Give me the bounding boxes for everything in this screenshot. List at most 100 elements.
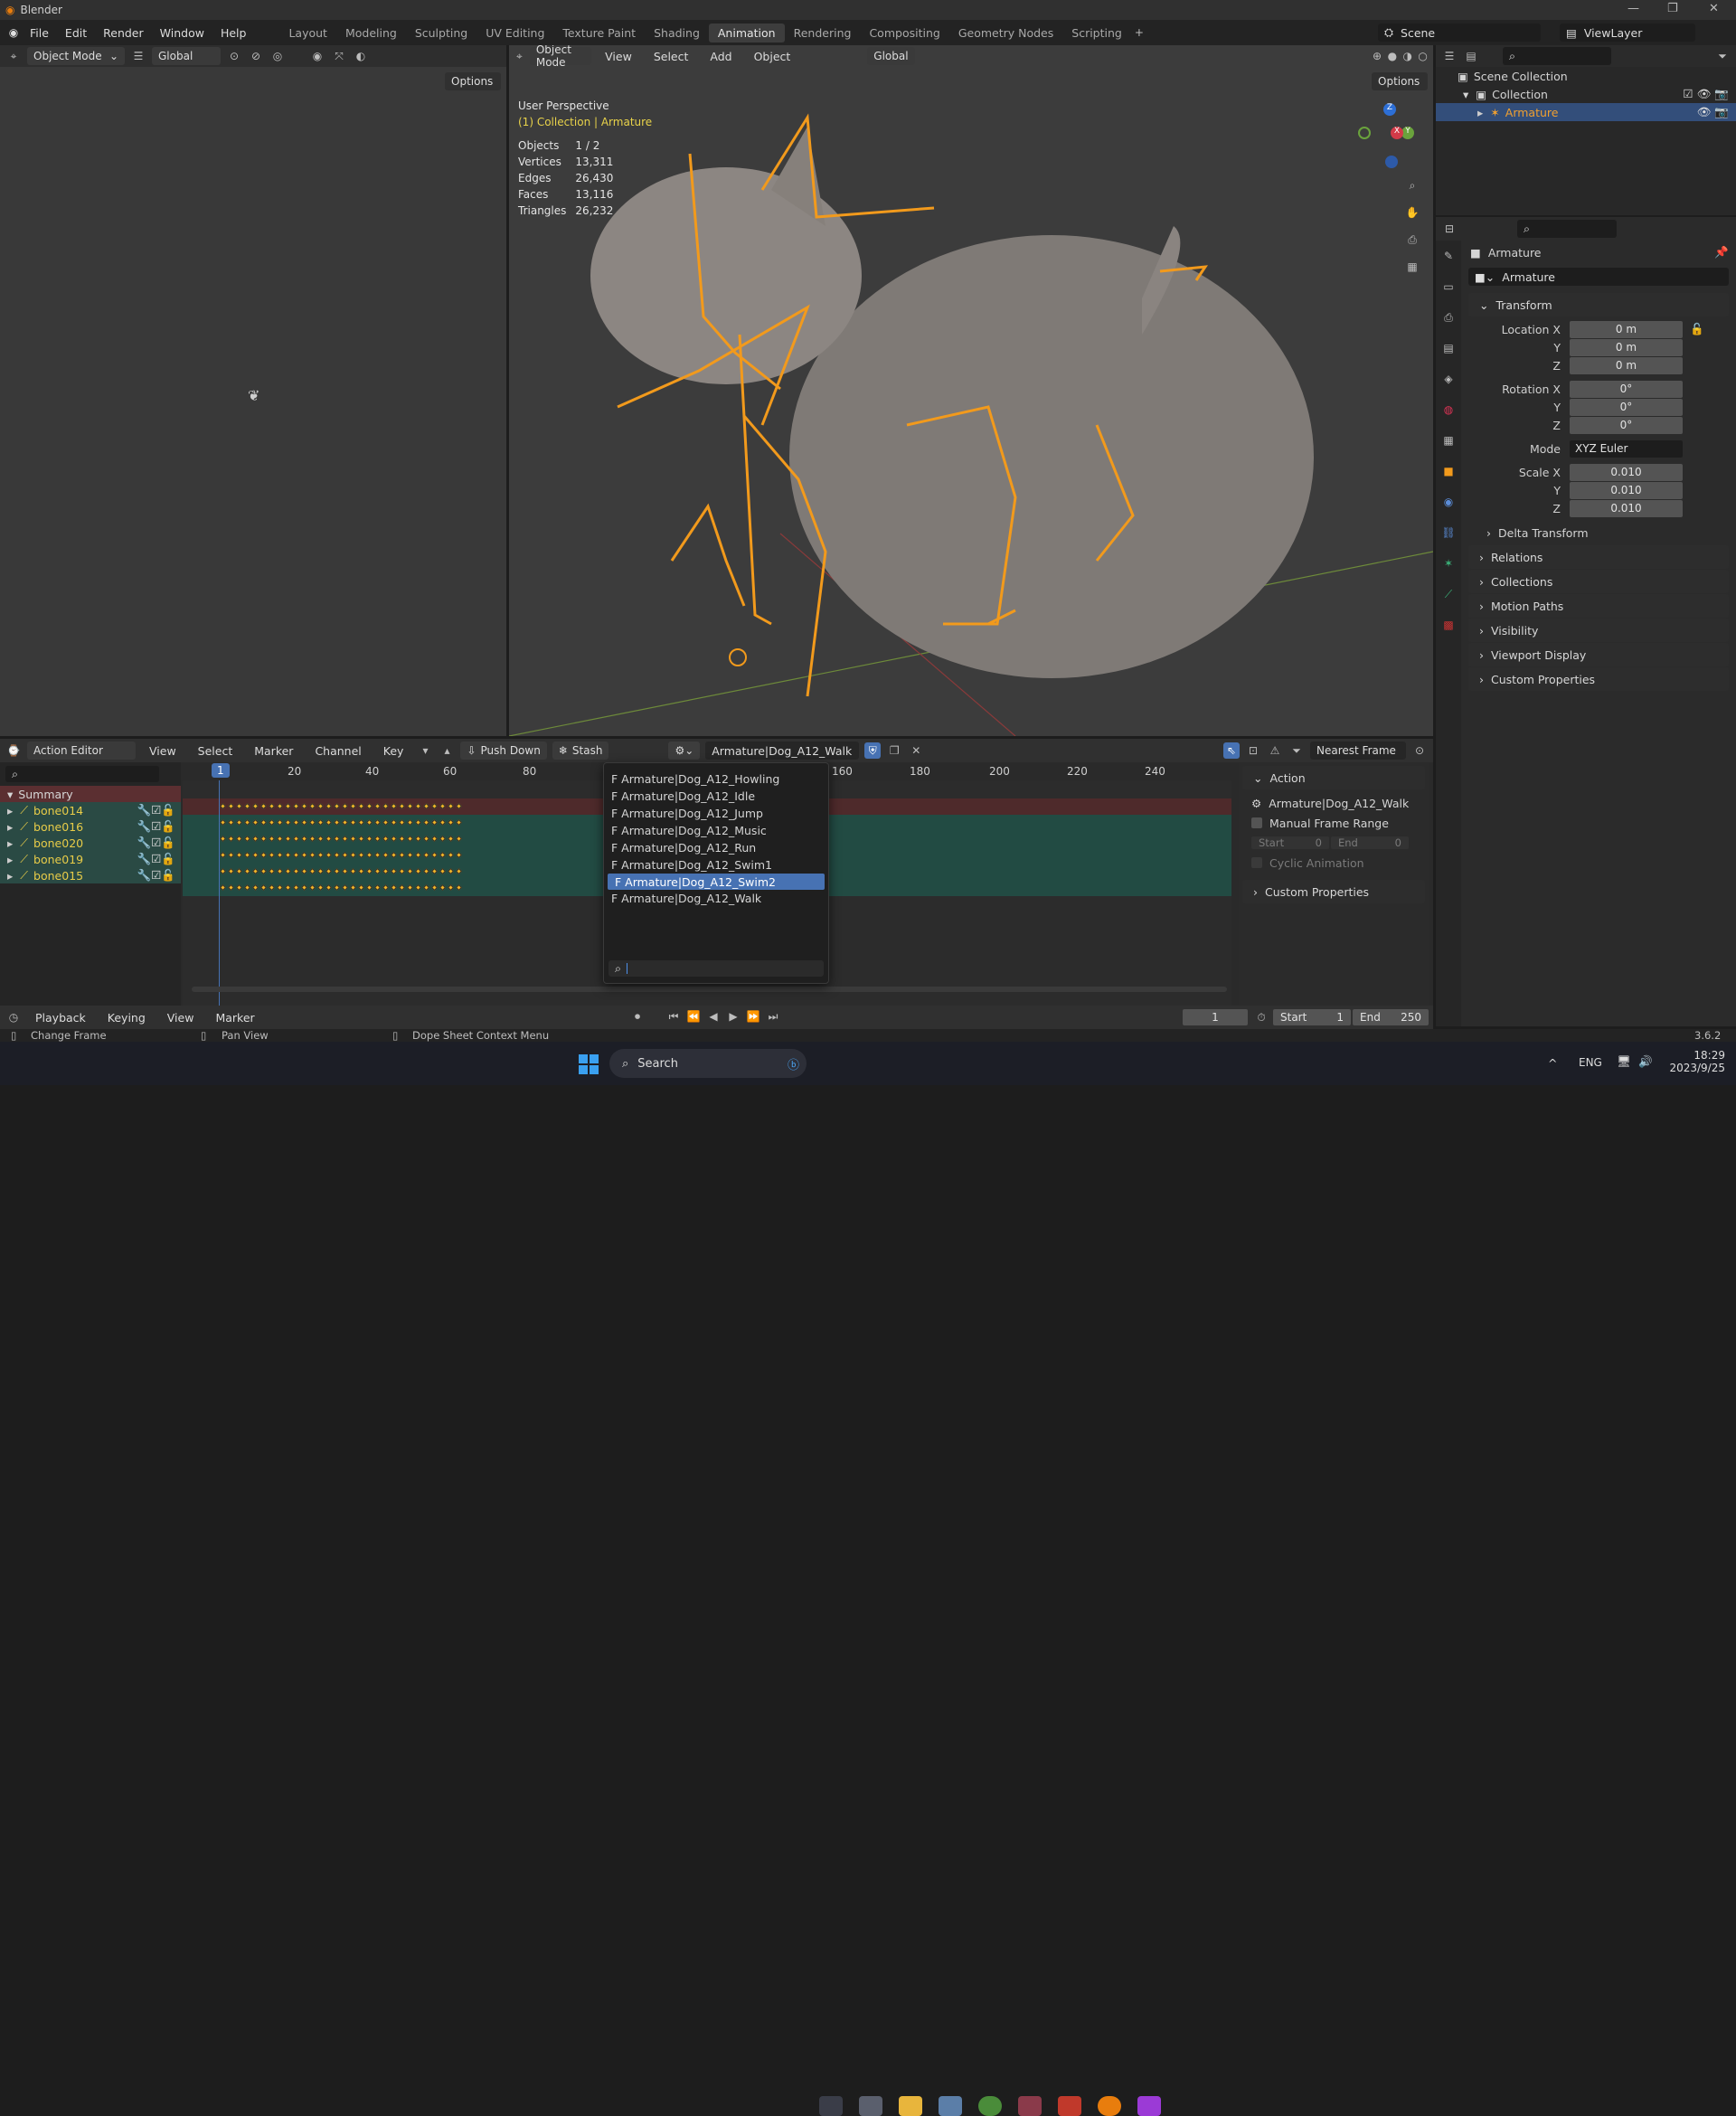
- jump-end-icon[interactable]: ⏭: [765, 1008, 781, 1025]
- keyframe[interactable]: [422, 802, 430, 810]
- add-workspace-icon[interactable]: +: [1131, 24, 1147, 41]
- outliner-editor-icon[interactable]: ☰: [1441, 48, 1458, 64]
- keyframe[interactable]: [382, 867, 390, 875]
- hidden-icon[interactable]: ⊡: [1245, 742, 1261, 759]
- tab-rendering[interactable]: Rendering: [785, 24, 861, 43]
- keyframe[interactable]: [382, 835, 390, 843]
- keyframe[interactable]: [382, 818, 390, 827]
- keyframe[interactable]: [276, 867, 284, 875]
- keyframe[interactable]: [373, 851, 382, 859]
- pin-icon[interactable]: 📌: [1714, 245, 1729, 260]
- keyframe[interactable]: [365, 867, 373, 875]
- tool-tab-icon[interactable]: ✎: [1440, 248, 1457, 264]
- left-options-button[interactable]: Options: [445, 72, 501, 90]
- errors-icon[interactable]: ⚠: [1267, 742, 1283, 759]
- keyframe[interactable]: [308, 867, 316, 875]
- menu-help[interactable]: Help: [212, 26, 255, 40]
- keyframe[interactable]: [357, 883, 365, 892]
- keyframe[interactable]: [235, 835, 243, 843]
- navigation-gizmo[interactable]: Z Y X: [1354, 99, 1427, 172]
- action-search-input[interactable]: ⌕: [609, 960, 824, 977]
- prev-keyframe-icon[interactable]: ⏪: [685, 1008, 702, 1025]
- outliner-search-input[interactable]: ⌕: [1503, 47, 1611, 65]
- keyframe[interactable]: [227, 802, 235, 810]
- keyframe[interactable]: [292, 867, 300, 875]
- tab-scripting[interactable]: Scripting: [1062, 24, 1131, 43]
- keyframe[interactable]: [422, 835, 430, 843]
- keyframe[interactable]: [430, 883, 439, 892]
- channel-row[interactable]: ▸ ⟋ bone019 🔧☑🔓: [0, 851, 181, 867]
- camera-view-icon[interactable]: ⎙: [1404, 231, 1420, 248]
- keyframe[interactable]: [382, 851, 390, 859]
- collections-section[interactable]: › Collections: [1468, 570, 1729, 593]
- hamburger-icon[interactable]: ☰: [130, 48, 146, 64]
- action-option[interactable]: F Armature|Dog_A12_Walk: [604, 890, 828, 907]
- keyframe[interactable]: [455, 867, 463, 875]
- keyframe[interactable]: [276, 802, 284, 810]
- keyframe[interactable]: [373, 867, 382, 875]
- output-tab-icon[interactable]: ⎙: [1440, 309, 1457, 326]
- keyframe[interactable]: [219, 851, 227, 859]
- keyframe[interactable]: [251, 867, 259, 875]
- timeline-start-field[interactable]: Start 1: [1273, 1009, 1351, 1025]
- keyframe[interactable]: [325, 818, 333, 827]
- keyframe[interactable]: [284, 835, 292, 843]
- keyframe[interactable]: [308, 883, 316, 892]
- keyframe[interactable]: [390, 802, 398, 810]
- keyframe[interactable]: [430, 851, 439, 859]
- keyframe[interactable]: [333, 818, 341, 827]
- channel-row[interactable]: ▸ ⟋ bone016 🔧☑🔓: [0, 818, 181, 835]
- current-frame-field[interactable]: 1: [1183, 1009, 1248, 1025]
- filter-icon[interactable]: ⏷: [1714, 48, 1731, 64]
- keyframe[interactable]: [439, 883, 447, 892]
- keyframe[interactable]: [300, 818, 308, 827]
- keyframe[interactable]: [414, 883, 422, 892]
- action-option[interactable]: F Armature|Dog_A12_Swim1: [604, 856, 828, 874]
- texture-tab-icon[interactable]: ▩: [1440, 617, 1457, 633]
- keyframe[interactable]: [414, 818, 422, 827]
- keyframe[interactable]: [439, 851, 447, 859]
- keyframe[interactable]: [365, 883, 373, 892]
- keyframe[interactable]: [341, 835, 349, 843]
- menu-file[interactable]: File: [22, 26, 57, 40]
- keyframe[interactable]: [430, 818, 439, 827]
- ae-menu-channel[interactable]: Channel: [307, 744, 369, 758]
- properties-editor-icon[interactable]: ⊟: [1441, 221, 1458, 237]
- channel-row[interactable]: ▸ ⟋ bone014 🔧☑🔓: [0, 802, 181, 818]
- gizmo-y-icon[interactable]: Y: [1401, 127, 1414, 139]
- photos-icon[interactable]: [939, 2096, 962, 2116]
- editor-type-icon[interactable]: ⌖: [5, 48, 22, 64]
- keyframe[interactable]: [439, 802, 447, 810]
- keyframe[interactable]: [284, 883, 292, 892]
- app-icon[interactable]: [1018, 2096, 1042, 2116]
- keyframe[interactable]: [219, 883, 227, 892]
- keyframe[interactable]: [227, 867, 235, 875]
- keyframe[interactable]: [390, 883, 398, 892]
- keyframe[interactable]: [235, 802, 243, 810]
- keyframe[interactable]: [276, 835, 284, 843]
- chrome-icon[interactable]: [978, 2096, 1002, 2116]
- keyframe[interactable]: [316, 818, 325, 827]
- timeline-end-field[interactable]: End 250: [1353, 1009, 1429, 1025]
- keyframe[interactable]: [406, 883, 414, 892]
- keyframe[interactable]: [406, 818, 414, 827]
- keyframe[interactable]: [406, 867, 414, 875]
- layer-up-icon[interactable]: ▴: [439, 742, 455, 759]
- minimize-icon[interactable]: —: [1628, 2, 1639, 15]
- location-z-field[interactable]: 0 m: [1570, 356, 1683, 374]
- keyframe[interactable]: [382, 883, 390, 892]
- keyframe[interactable]: [439, 818, 447, 827]
- keyframe[interactable]: [373, 818, 382, 827]
- keyframe[interactable]: [292, 835, 300, 843]
- keyframe[interactable]: [325, 835, 333, 843]
- close-icon[interactable]: ✕: [1709, 2, 1719, 15]
- channel-toggles-icon[interactable]: 🔧☑🔓: [137, 819, 175, 834]
- keyframe[interactable]: [235, 883, 243, 892]
- keyframe[interactable]: [284, 851, 292, 859]
- end-frame-field[interactable]: End 0: [1331, 836, 1409, 849]
- keyframe[interactable]: [333, 851, 341, 859]
- proportional-edit-icon[interactable]: ⊙: [1411, 742, 1428, 759]
- keyframe[interactable]: [455, 835, 463, 843]
- keyframe[interactable]: [243, 851, 251, 859]
- timeline-menu-keying[interactable]: Keying: [99, 1011, 154, 1025]
